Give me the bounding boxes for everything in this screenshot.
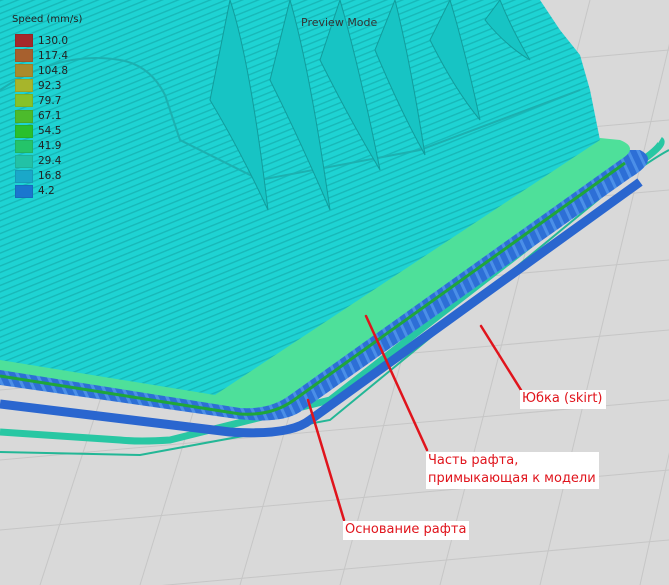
legend-value: 54.5 bbox=[38, 125, 62, 138]
legend-row: 41.9 bbox=[12, 139, 92, 154]
legend-row: 29.4 bbox=[12, 154, 92, 169]
legend-value: 117.4 bbox=[38, 49, 69, 62]
legend-row: 4.2 bbox=[12, 184, 92, 199]
legend-row: 16.8 bbox=[12, 169, 92, 184]
legend-row: 104.8 bbox=[12, 63, 92, 78]
callout-raft-base: Основание рафта bbox=[343, 521, 470, 540]
legend-swatch bbox=[15, 169, 33, 183]
legend-swatch bbox=[15, 34, 33, 48]
legend-value: 67.1 bbox=[38, 110, 62, 123]
legend-row: 130.0 bbox=[12, 33, 92, 48]
legend-swatch bbox=[15, 124, 33, 138]
legend-value: 29.4 bbox=[38, 155, 62, 168]
legend-value: 4.2 bbox=[38, 185, 55, 198]
legend-swatch bbox=[15, 64, 33, 78]
callout-raft-base-text: Основание рафта bbox=[345, 522, 467, 537]
legend-title: Speed (mm/s) bbox=[12, 14, 83, 25]
legend-swatch bbox=[15, 184, 33, 198]
legend-swatch bbox=[15, 139, 33, 153]
legend-swatch bbox=[15, 154, 33, 168]
legend-value: 130.0 bbox=[38, 34, 69, 47]
preview-scene[interactable] bbox=[0, 0, 669, 585]
speed-legend: Speed (mm/s) 130.0 117.4 104.8 92.3 79.7 67.1… bbox=[12, 14, 92, 199]
legend-swatch bbox=[15, 49, 33, 63]
legend-row: 67.1 bbox=[12, 108, 92, 123]
legend-swatch bbox=[15, 109, 33, 123]
3d-viewport[interactable]: Preview Mode Speed (mm/s) 130.0 117.4 104.… bbox=[0, 0, 669, 585]
callout-raft-interface: Часть рафта, примыкающая к модели bbox=[426, 452, 599, 489]
callout-raft-interface-line1: Часть рафта, bbox=[428, 453, 519, 468]
legend-row: 117.4 bbox=[12, 48, 92, 63]
legend-swatch bbox=[15, 94, 33, 108]
legend-swatch bbox=[15, 79, 33, 93]
legend-value: 92.3 bbox=[38, 79, 62, 92]
preview-mode-label: Preview Mode bbox=[301, 16, 378, 29]
callout-skirt-text: Юбка (skirt) bbox=[522, 391, 603, 406]
legend-value: 79.7 bbox=[38, 94, 62, 107]
legend-value: 104.8 bbox=[38, 64, 69, 77]
legend-value: 16.8 bbox=[38, 170, 62, 183]
legend-row: 79.7 bbox=[12, 93, 92, 108]
legend-row: 54.5 bbox=[12, 124, 92, 139]
legend-row: 92.3 bbox=[12, 78, 92, 93]
callout-skirt: Юбка (skirt) bbox=[520, 390, 606, 409]
callout-raft-interface-line2: примыкающая к модели bbox=[428, 471, 596, 486]
legend-value: 41.9 bbox=[38, 140, 62, 153]
